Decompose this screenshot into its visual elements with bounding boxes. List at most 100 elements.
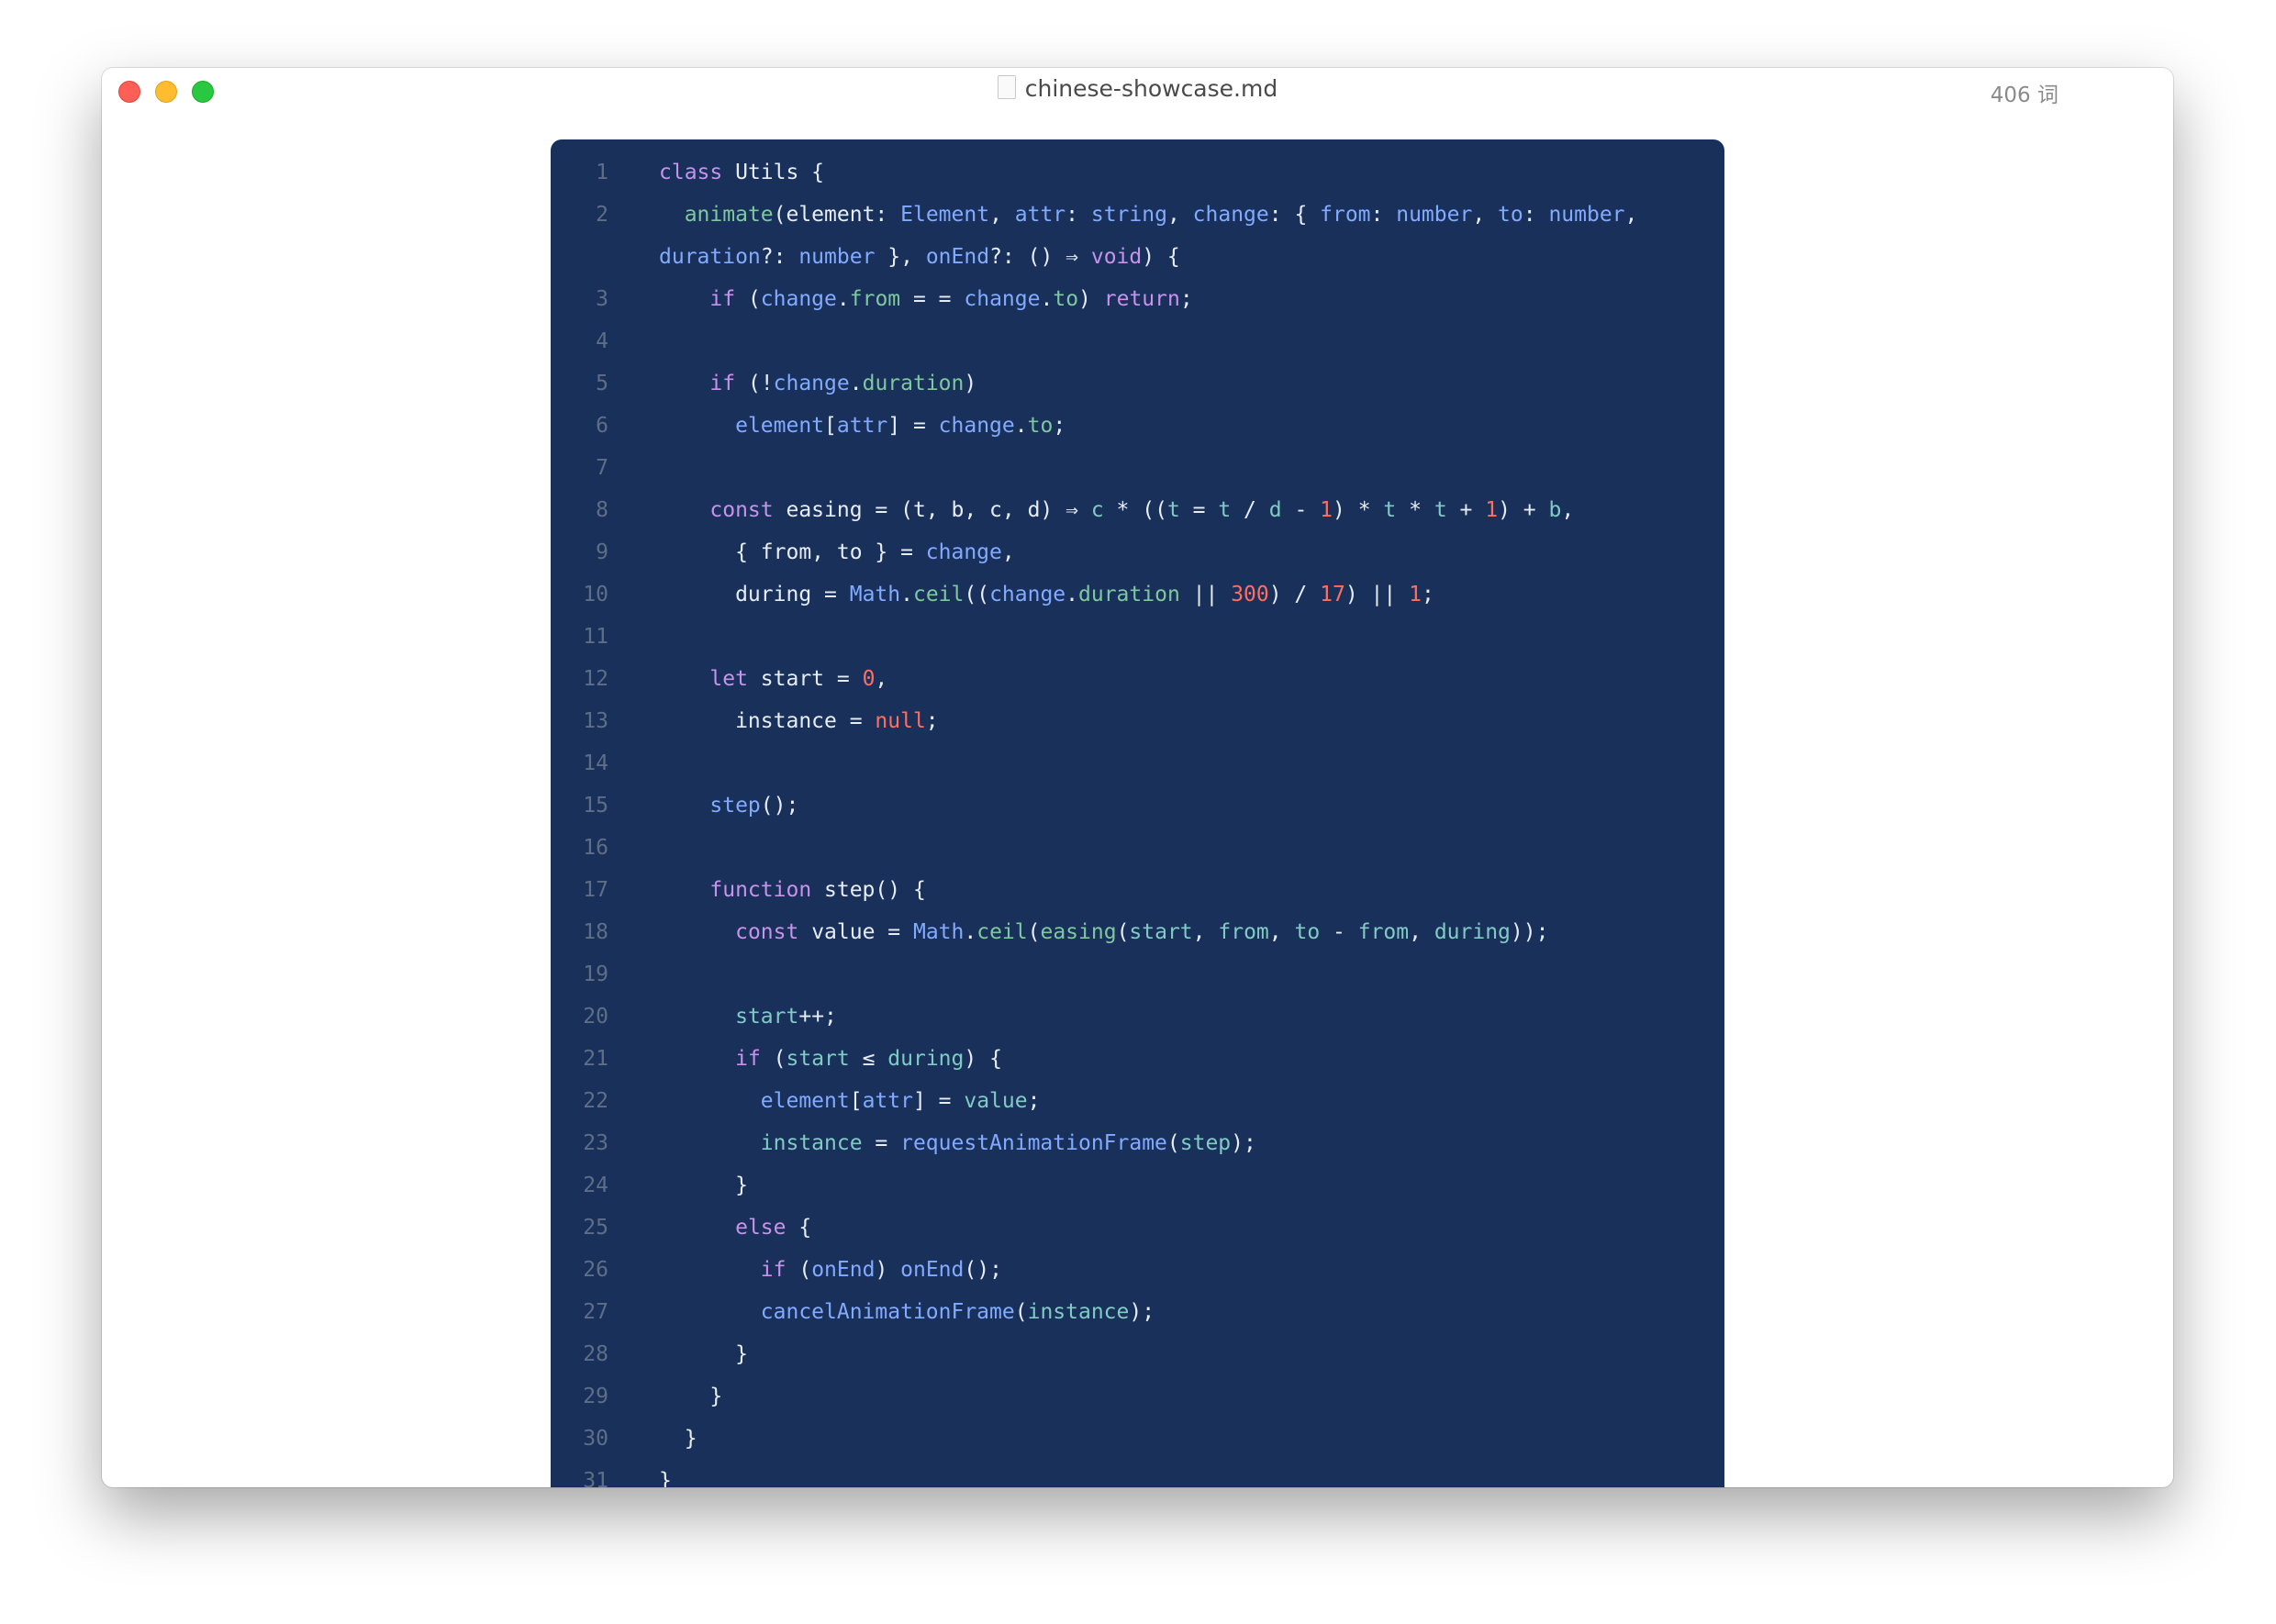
code-token: ( [1014, 1300, 1028, 1324]
code-token: )); [1510, 920, 1549, 944]
code-token: value = [798, 920, 913, 944]
code-token: from [1320, 203, 1371, 227]
code-token: . [849, 372, 863, 395]
code-token: . [900, 583, 913, 606]
code-token: attr [1014, 203, 1066, 227]
code-line: 30 } [551, 1418, 1724, 1460]
code-token: . [1065, 583, 1079, 606]
code-text: if (onEnd) onEnd(); [659, 1249, 1002, 1291]
line-number: 6 [596, 414, 608, 438]
code-text: start++; [659, 996, 837, 1038]
code-token: from [849, 287, 901, 311]
code-token: if [709, 372, 736, 395]
code-token: function [709, 878, 812, 902]
code-text: element[attr] = value; [659, 1080, 1041, 1122]
code-token: 1 [1485, 498, 1499, 522]
code-token: , [989, 203, 1015, 227]
line-number: 9 [596, 540, 608, 564]
line-number: 3 [596, 287, 608, 311]
code-line: 26 if (onEnd) onEnd(); [551, 1249, 1724, 1291]
code-token: onEnd [925, 245, 990, 269]
code-line: 15 step(); [551, 784, 1724, 827]
line-number: 17 [583, 878, 608, 902]
line-number: 26 [583, 1258, 608, 1282]
code-token: ) { [1142, 245, 1180, 269]
code-text: step(); [659, 784, 798, 827]
code-token: : [1523, 203, 1549, 227]
code-token: (); [964, 1258, 1002, 1282]
line-number: 23 [583, 1131, 608, 1155]
code-line: 12 let start = 0, [551, 658, 1724, 700]
code-token: element [760, 1089, 850, 1113]
word-count: 406 词 [1990, 83, 2058, 107]
code-token: ceil [912, 583, 965, 606]
code-token: void [1090, 245, 1143, 269]
code-text: instance = null; [659, 700, 939, 742]
code-token: ( [1116, 920, 1130, 944]
code-line: 22 element[attr] = value; [551, 1080, 1724, 1122]
code-token: ] = [887, 414, 939, 438]
code-token: ?: [760, 245, 799, 269]
code-line: 23 instance = requestAnimationFrame(step… [551, 1122, 1724, 1164]
code-text: function step() { [659, 869, 925, 911]
code-token: let [709, 667, 748, 691]
code-token: 1 [1320, 498, 1333, 522]
code-token: . [1014, 414, 1028, 438]
code-token: to [1294, 920, 1321, 944]
code-line: 21 if (start ≤ during) { [551, 1038, 1724, 1080]
code-text: let start = 0, [659, 658, 887, 700]
window-title: chinese-showcase.md [102, 75, 2173, 102]
code-token: ( [786, 1258, 812, 1282]
code-token: ; [1053, 414, 1066, 438]
code-token: ≤ [849, 1047, 888, 1071]
code-token: ) [964, 372, 977, 395]
code-token: ) * [1333, 498, 1384, 522]
code-line: 19 [551, 953, 1724, 996]
code-block[interactable]: 1 class Utils {2 animate(element: Element… [551, 139, 1724, 1487]
code-token: instance [760, 1131, 863, 1155]
line-number: 5 [596, 372, 608, 395]
code-token: * [1396, 498, 1434, 522]
code-token: [ [824, 414, 837, 438]
code-token: to [1053, 287, 1079, 311]
code-token: change [760, 287, 837, 311]
code-text: const easing = (t, b, c, d) ⇒ c * ((t = … [659, 489, 1574, 531]
code-token: easing = (t, b, c, d) ⇒ [773, 498, 1091, 522]
code-line: 1 class Utils { [551, 151, 1724, 194]
code-line: 7 [551, 447, 1724, 489]
code-token: ) [875, 1258, 901, 1282]
code-token: ?: () ⇒ [989, 245, 1091, 269]
code-text: } [659, 1375, 722, 1418]
code-text: const value = Math.ceil(easing(start, fr… [659, 911, 1548, 953]
code-token: ( [1166, 1131, 1180, 1155]
line-number: 24 [583, 1174, 608, 1197]
code-line: 2 animate(element: Element, attr: string… [551, 194, 1724, 278]
line-number: 20 [583, 1005, 608, 1029]
code-line: 25 else { [551, 1207, 1724, 1249]
code-token: instance [1027, 1300, 1130, 1324]
code-text: } [659, 1418, 697, 1460]
code-token: onEnd [900, 1258, 965, 1282]
code-token: ] = [912, 1089, 965, 1113]
code-token: t [1218, 498, 1232, 522]
code-token: number [1396, 203, 1473, 227]
code-line: 17 function step() { [551, 869, 1724, 911]
line-number: 31 [583, 1469, 608, 1487]
code-token: number [798, 245, 876, 269]
code-token: change [938, 414, 1015, 438]
code-token: duration [659, 245, 761, 269]
code-token: during = [659, 583, 850, 606]
code-token: if [709, 287, 736, 311]
code-line: 8 const easing = (t, b, c, d) ⇒ c * ((t … [551, 489, 1724, 531]
code-token: onEnd [811, 1258, 876, 1282]
line-number: 13 [583, 709, 608, 733]
code-line: 10 during = Math.ceil((change.duration |… [551, 573, 1724, 616]
code-line: 29 } [551, 1375, 1724, 1418]
